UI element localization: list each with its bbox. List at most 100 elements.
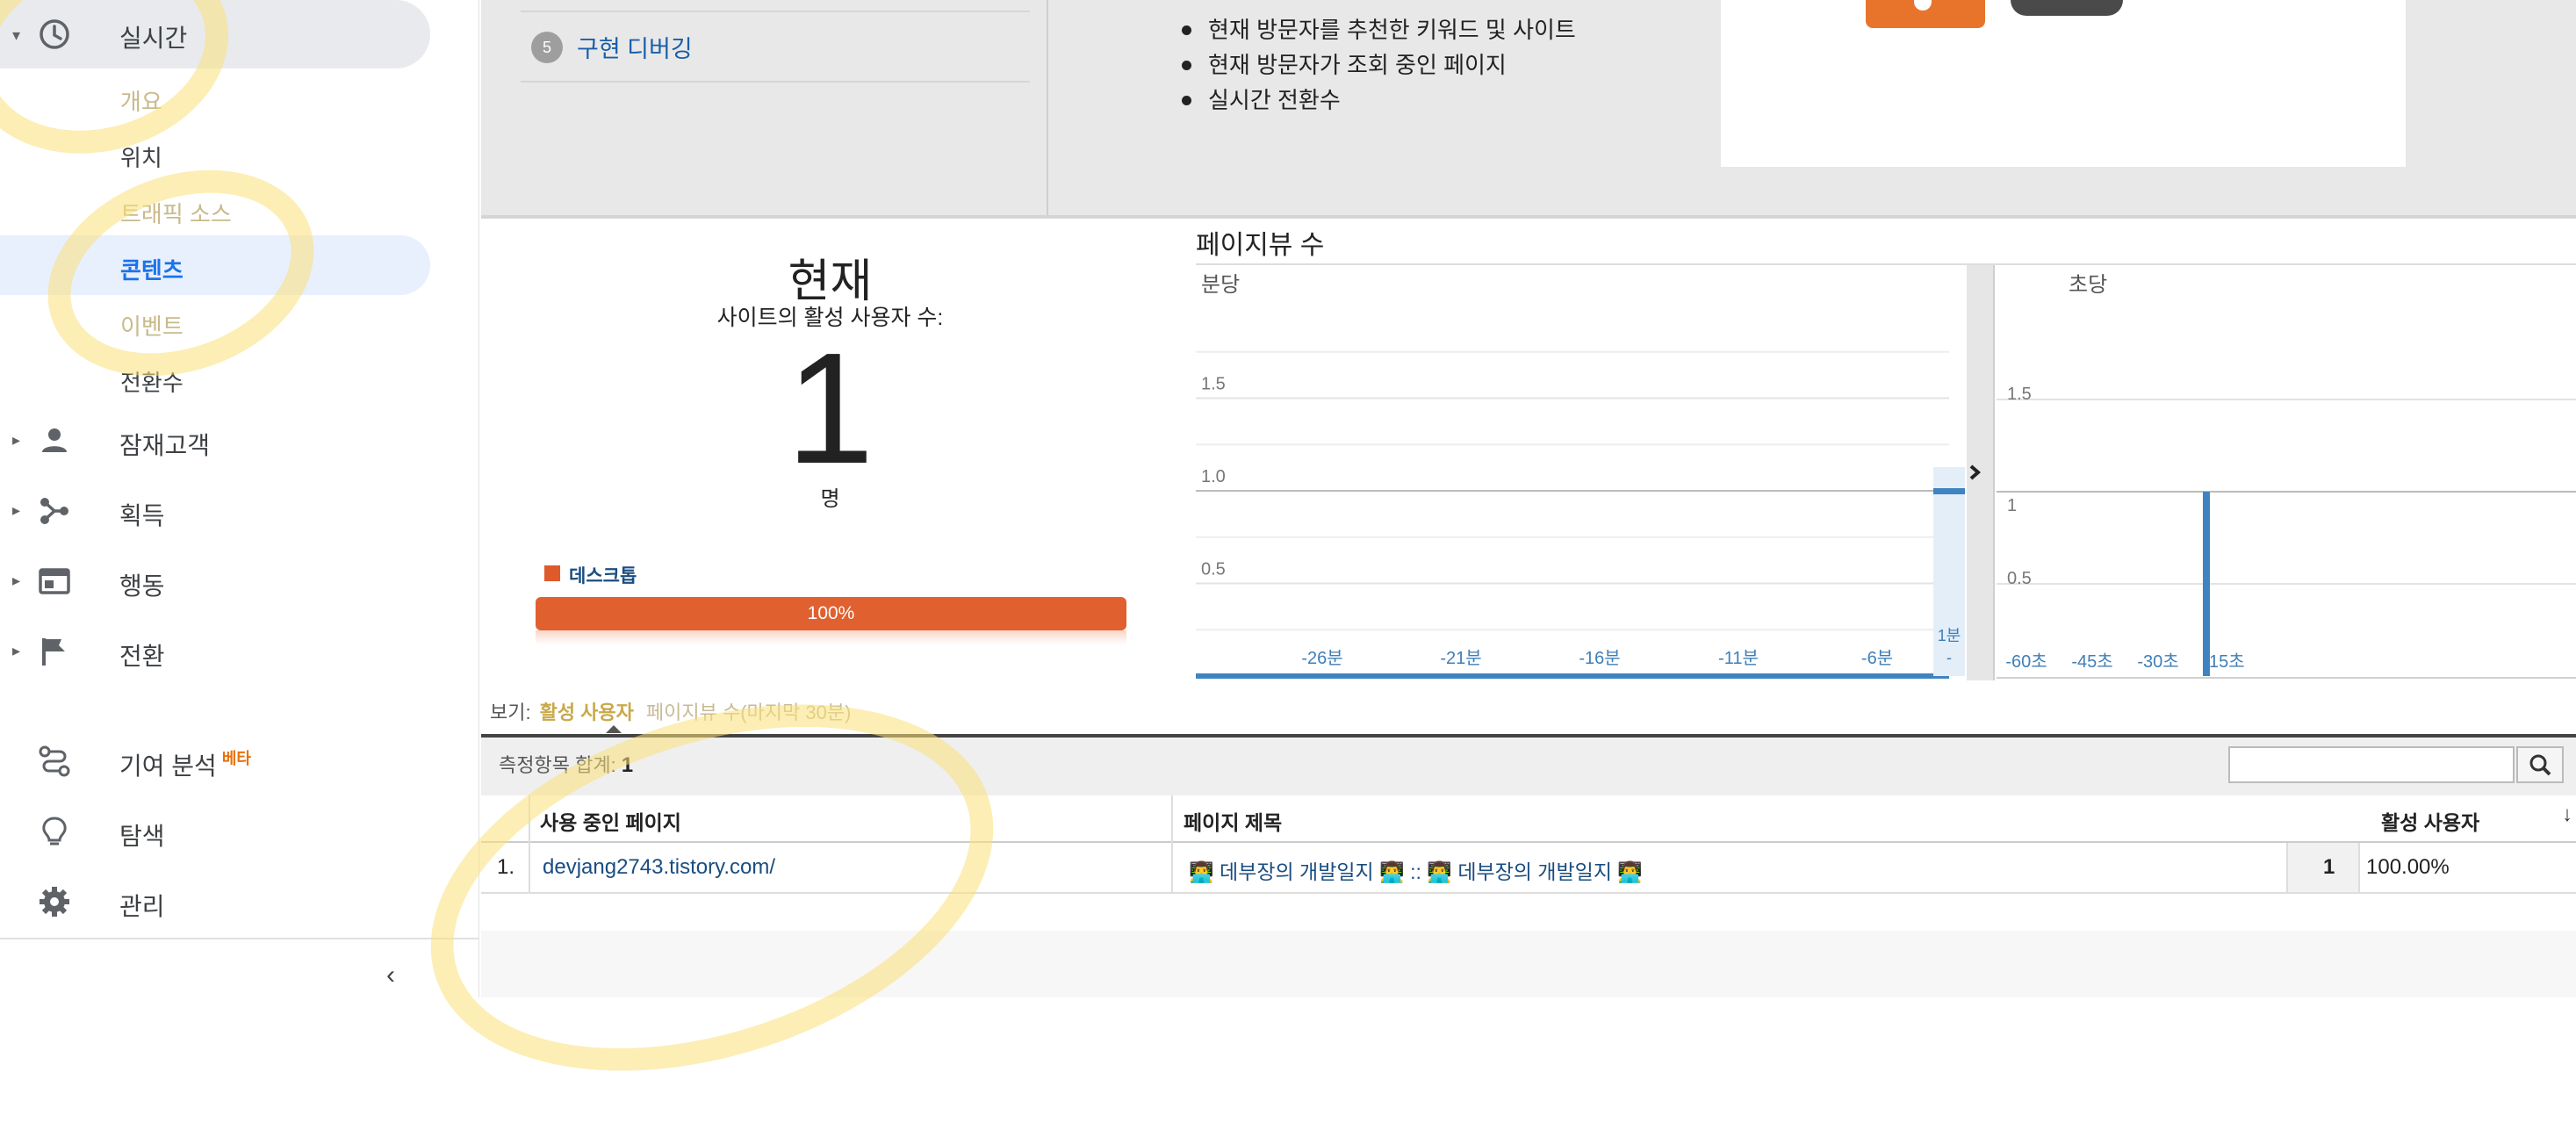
chart-top-border bbox=[1196, 263, 2576, 265]
view-label: 보기: bbox=[490, 702, 531, 723]
feature-item: 현재 방문자가 조회 중인 페이지 bbox=[1176, 47, 1576, 83]
attribution-icon bbox=[39, 745, 70, 777]
device-share-bar: 100% bbox=[536, 597, 1126, 630]
setup-step-row[interactable]: 5 구현 디버깅 bbox=[521, 11, 1030, 83]
per-minute-chart: 0.5 1.0 1.5 -26분 -21분 -16분 -11분 -6분 1분 - bbox=[1196, 265, 1967, 679]
x-tick-label: -16분 bbox=[1579, 649, 1620, 668]
device-legend-label[interactable]: 데스크톱 bbox=[569, 562, 637, 588]
x-tick-label: -26분 bbox=[1301, 649, 1342, 668]
sidebar-item-events[interactable]: 이벤트 bbox=[120, 309, 183, 342]
caret-right-icon[interactable]: ▸ bbox=[12, 501, 20, 520]
sidebar-item-conversions-section[interactable]: 전환 bbox=[119, 637, 165, 673]
sidebar-item-traffic[interactable]: 트래픽 소스 bbox=[120, 197, 232, 229]
sidebar-item-admin[interactable]: 관리 bbox=[119, 888, 165, 923]
attribution-label: 기여 분석 bbox=[119, 752, 217, 780]
y-tick-label: 1.0 bbox=[1201, 467, 1226, 486]
per-minute-plot-area bbox=[1196, 265, 1967, 678]
behavior-icon bbox=[39, 568, 70, 594]
sidebar-item-audience[interactable]: 잠재고객 bbox=[119, 427, 210, 462]
promo-image-card bbox=[1721, 0, 2406, 167]
view-active-users-tab[interactable]: 활성 사용자 bbox=[540, 702, 634, 723]
per-second-chart: 0.511.5-60초 -45초 -30초 -15초 bbox=[1997, 265, 2576, 679]
lightbulb-icon bbox=[42, 817, 67, 846]
row-index: 1. bbox=[497, 855, 515, 879]
metric-total-value: 1 bbox=[621, 753, 634, 777]
y-tick-label: 1 bbox=[2007, 496, 2017, 515]
search-icon bbox=[2529, 754, 2551, 776]
y-tick-label: 0.5 bbox=[2007, 569, 2032, 588]
per-minute-label: 분당 bbox=[1201, 273, 1241, 297]
row-active-users-percent: 100.00% bbox=[2366, 855, 2450, 879]
metric-total: 측정항목 합계: 1 bbox=[499, 750, 633, 778]
column-divider bbox=[2358, 843, 2360, 892]
active-users-unit: 명 bbox=[820, 487, 840, 511]
caret-down-icon[interactable]: ▾ bbox=[12, 26, 20, 45]
column-divider bbox=[1171, 795, 1173, 892]
x-tick-label: -60초 bbox=[2005, 652, 2047, 672]
x-tick-label-current-sub: - bbox=[1946, 649, 1952, 666]
step-number-badge: 5 bbox=[531, 32, 563, 63]
column-divider bbox=[529, 795, 530, 892]
column-header-page[interactable]: 사용 중인 페이지 bbox=[540, 806, 681, 836]
active-tab-indicator bbox=[606, 725, 622, 733]
feature-item-cut bbox=[1176, 0, 1576, 12]
setup-steps-panel: 5 구현 디버깅 bbox=[481, 0, 1048, 215]
acquisition-icon bbox=[40, 498, 68, 524]
sidebar-item-content[interactable]: 콘텐츠 bbox=[120, 253, 183, 285]
promo-graphic-dark bbox=[2011, 0, 2123, 16]
clock-icon bbox=[40, 19, 69, 49]
view-pageviews-tab[interactable]: 페이지뷰 수(마지막 30분) bbox=[646, 702, 852, 723]
sidebar-item-overview[interactable]: 개요 bbox=[120, 84, 162, 117]
column-divider bbox=[2286, 843, 2288, 892]
row-active-users-value: 1 bbox=[2323, 855, 2335, 879]
feature-item: 실시간 전환수 bbox=[1176, 83, 1576, 118]
y-tick-label: 0.5 bbox=[1201, 560, 1226, 579]
x-tick-label: -21분 bbox=[1440, 649, 1481, 668]
flag-icon bbox=[42, 638, 65, 666]
realtime-label[interactable]: 실시간 bbox=[119, 19, 187, 54]
beta-badge: 베타 bbox=[221, 750, 251, 767]
table-header bbox=[481, 795, 2576, 843]
x-tick-label: -11분 bbox=[1718, 649, 1759, 668]
search-button[interactable] bbox=[2516, 746, 2564, 783]
content-item-highlight bbox=[0, 235, 430, 295]
x-tick-label: -45초 bbox=[2071, 652, 2112, 672]
chart-separator-line bbox=[1993, 265, 1995, 680]
metric-total-label: 측정항목 합계: bbox=[499, 754, 616, 776]
feature-list: 현재 방문자를 추천한 키워드 및 사이트 현재 방문자가 조회 중인 페이지 … bbox=[1176, 9, 1576, 118]
sidebar-item-behavior[interactable]: 행동 bbox=[119, 567, 165, 602]
sidebar-item-discover[interactable]: 탐색 bbox=[119, 817, 165, 853]
pageviews-title: 페이지뷰 수 bbox=[1196, 231, 1325, 260]
caret-right-icon[interactable]: ▸ bbox=[12, 431, 20, 450]
gear-icon bbox=[40, 887, 69, 917]
sidebar-item-attribution[interactable]: 기여 분석 베타 bbox=[119, 747, 251, 782]
active-users-count: 1 bbox=[786, 320, 874, 497]
per-second-label: 초당 bbox=[2069, 273, 2108, 297]
row-title-link[interactable]: 👨‍💻 데부장의 개발일지 👨‍💻 :: 👨‍💻 데부장의 개발일지 👨‍💻 bbox=[1189, 855, 1643, 885]
table-footer bbox=[481, 931, 2576, 997]
sidebar-divider bbox=[0, 938, 479, 939]
view-toggle: 보기: 활성 사용자 페이지뷰 수(마지막 30분) bbox=[490, 697, 851, 725]
current-minute-column bbox=[1933, 467, 1965, 676]
column-header-active-users[interactable]: 활성 사용자 bbox=[2381, 806, 2479, 836]
sidebar-item-locations[interactable]: 위치 bbox=[120, 140, 162, 173]
caret-right-icon[interactable]: ▸ bbox=[12, 642, 20, 660]
sort-desc-icon[interactable]: ↓ bbox=[2562, 802, 2572, 827]
y-tick-label: 1.5 bbox=[2007, 385, 2032, 404]
column-header-title[interactable]: 페이지 제목 bbox=[1184, 806, 1282, 836]
chart-separator bbox=[1967, 265, 1995, 680]
table-search-input[interactable] bbox=[2228, 746, 2515, 783]
x-tick-label: -6분 bbox=[1861, 649, 1893, 668]
caret-right-icon[interactable]: ▸ bbox=[12, 572, 20, 590]
bar-second-spike bbox=[2203, 492, 2210, 676]
per-second-plot-area bbox=[1997, 265, 2576, 678]
sidebar-item-conversions[interactable]: 전환수 bbox=[120, 365, 183, 398]
sidebar-item-acquisition[interactable]: 획득 bbox=[119, 497, 165, 532]
person-icon bbox=[42, 428, 67, 452]
panel-divider bbox=[481, 215, 2576, 219]
collapse-sidebar-icon[interactable]: ‹ bbox=[386, 961, 395, 990]
step-debug-link[interactable]: 구현 디버깅 bbox=[577, 30, 693, 64]
row-page-link[interactable]: devjang2743.tistory.com/ bbox=[543, 855, 775, 880]
x-tick-label: -30초 bbox=[2137, 652, 2178, 672]
sidebar: ▾ 실시간 개요 위치 트래픽 소스 콘텐츠 이벤트 전환수 ▸ 잠재고객 ▸ … bbox=[0, 0, 479, 997]
